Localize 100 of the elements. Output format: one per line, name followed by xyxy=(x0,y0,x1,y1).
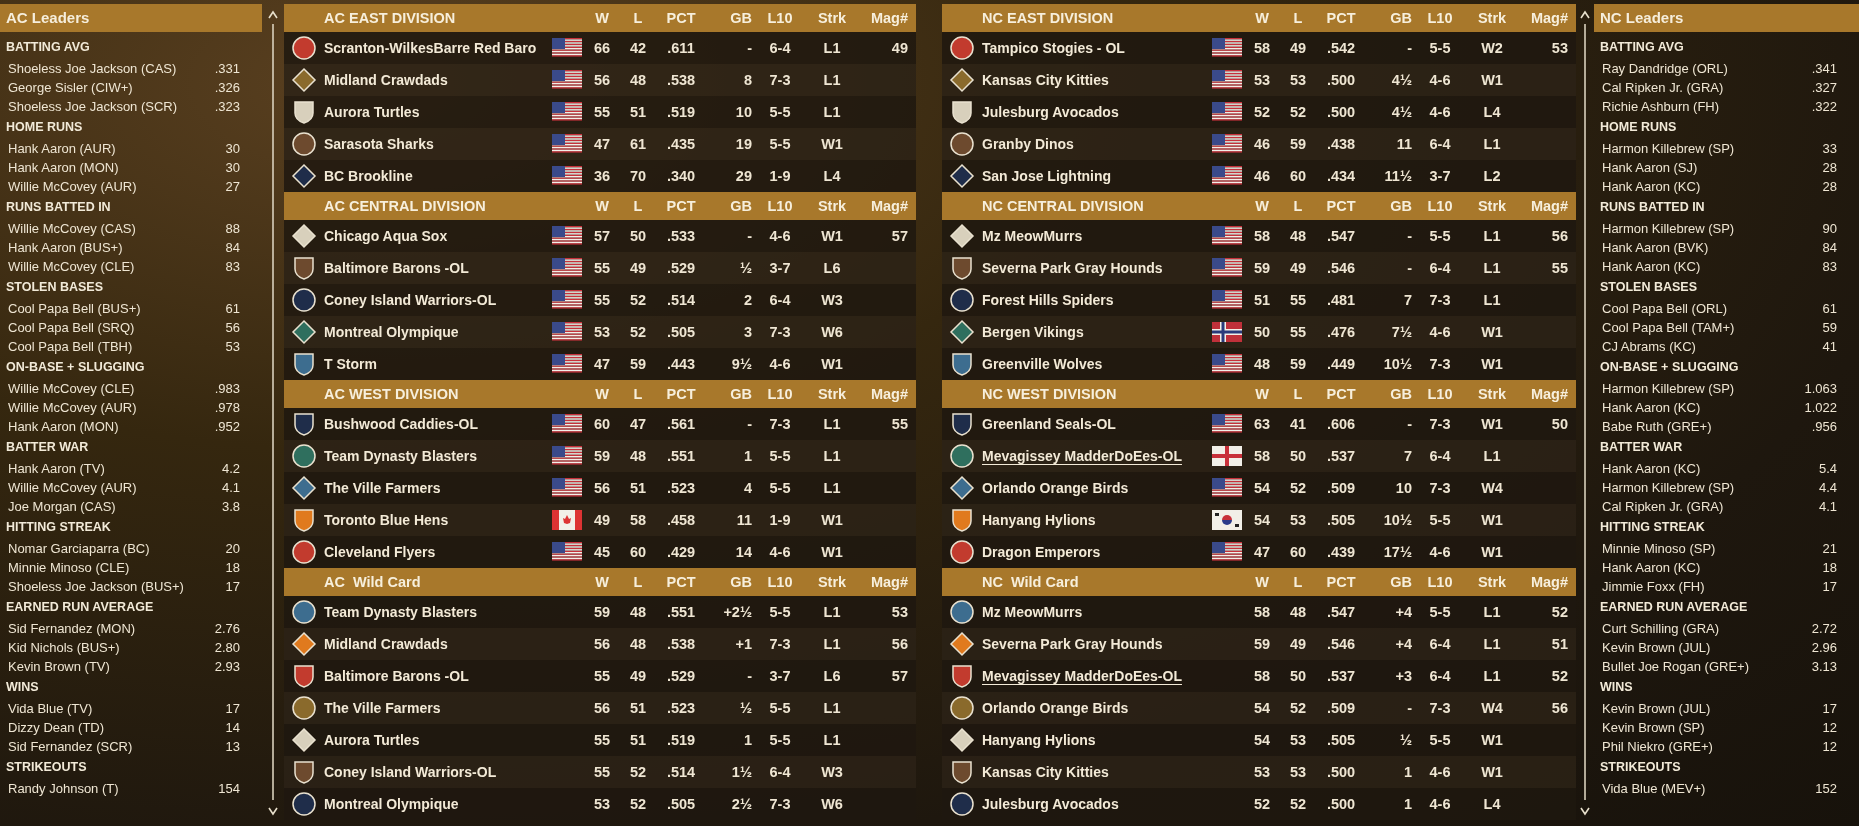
table-cell-text: 55 xyxy=(592,260,612,276)
table-cell-text: L2 xyxy=(1482,168,1502,184)
standings-row[interactable]: Julesburg Avocados 52 52 .500 4½ 4-6 L4 xyxy=(942,96,1576,128)
standings-row[interactable]: The Ville Farmers 56 51 .523 ½ 5-5 L1 xyxy=(284,692,916,724)
table-cell-text: 8 xyxy=(742,72,752,88)
standings-row[interactable]: Bushwood Caddies-OL 60 47 .561 - 7-3 L1 55 xyxy=(284,408,916,440)
stat-value: 59 xyxy=(1822,319,1837,337)
standings-row[interactable]: Mevagissey MadderDoEes-OL 58 50 .537 7 6-4 L1 xyxy=(942,440,1576,472)
standings-row[interactable]: Severna Park Gray Hounds 59 49 .546 +4 6-4 L1 51 xyxy=(942,628,1576,660)
table-cell-text: 51 xyxy=(628,480,648,496)
standings-row[interactable]: Kansas City Kitties 53 53 .500 1 4-6 W1 xyxy=(942,756,1576,788)
standings-row[interactable]: Team Dynasty Blasters 59 48 .551 1 5-5 L1 xyxy=(284,440,916,472)
standings-row[interactable]: Tampico Stogies - OL 58 49 .542 - 5-5 W2 53 xyxy=(942,32,1576,64)
standings-row[interactable]: Baltimore Barons -OL 55 49 .529 - 3-7 L6 57 xyxy=(284,660,916,692)
table-cell-text: 53 xyxy=(1550,40,1568,56)
standings-row[interactable]: Scranton-WilkesBarre Red Baro 66 42 .611 - 6-4 L1 49 xyxy=(284,32,916,64)
table-cell-text: .546 xyxy=(1325,260,1357,276)
standings-row[interactable]: Coney Island Warriors-OL 55 52 .514 2 6-4 W3 xyxy=(284,284,916,316)
standings-row[interactable]: Bergen Vikings 50 55 .476 7½ 4-6 W1 xyxy=(942,316,1576,348)
standings-row[interactable]: Forest Hills Spiders 51 55 .481 7 7-3 L1 xyxy=(942,284,1576,316)
table-cell-text: .476 xyxy=(1325,324,1357,340)
column-header: Mag# xyxy=(869,198,908,214)
standings-row[interactable]: Sarasota Sharks 47 61 .435 19 5-5 W1 xyxy=(284,128,916,160)
team-logo-icon xyxy=(291,443,317,469)
table-cell-text: 10 xyxy=(734,104,752,120)
division-title: NC WEST DIVISION xyxy=(982,386,1118,402)
standings-row[interactable]: Aurora Turtles 55 51 .519 10 5-5 L1 xyxy=(284,96,916,128)
column-header: L10 xyxy=(1426,198,1454,214)
player-name: Hank Aaron (BVK) xyxy=(1602,239,1709,257)
table-cell-text: 49 xyxy=(1288,40,1308,56)
standings-row[interactable]: Greenville Wolves 48 59 .449 10½ 7-3 W1 xyxy=(942,348,1576,380)
standings-row[interactable]: Midland Crawdads 56 48 .538 8 7-3 L1 xyxy=(284,64,916,96)
stat-value: 83 xyxy=(225,258,240,276)
team-link[interactable]: Mevagissey MadderDoEes-OL xyxy=(982,448,1210,464)
player-name: Cool Papa Bell (BUS+) xyxy=(8,300,141,318)
table-cell-text: 53 xyxy=(1252,72,1272,88)
standings-row[interactable]: Cleveland Flyers 45 60 .429 14 4-6 W1 xyxy=(284,536,916,568)
team-logo-icon xyxy=(949,287,975,313)
standings-row[interactable]: Hanyang Hylions 54 53 .505 10½ 5-5 W1 xyxy=(942,504,1576,536)
table-cell-text: 5-5 xyxy=(1428,512,1452,528)
table-cell-text: 7-3 xyxy=(1428,416,1452,432)
standings-row[interactable]: Mz MeowMurrs 58 48 .547 - 5-5 L1 56 xyxy=(942,220,1576,252)
stat-value: 4.1 xyxy=(1818,498,1837,516)
table-cell-text: 56 xyxy=(592,72,612,88)
standings-row[interactable]: Orlando Orange Birds 54 52 .509 - 7-3 W4 56 xyxy=(942,692,1576,724)
table-cell-text: 56 xyxy=(592,480,612,496)
category-title: STOLEN BASES xyxy=(1599,279,1698,296)
player-name: Willie McCovey (CLE) xyxy=(8,258,135,276)
table-cell-text: 3-7 xyxy=(768,260,792,276)
standings-row[interactable]: Montreal Olympique 53 52 .505 3 7-3 W6 xyxy=(284,316,916,348)
table-cell-text: W6 xyxy=(820,796,844,812)
standings-row[interactable]: Team Dynasty Blasters 59 48 .551 +2½ 5-5 L1 53 xyxy=(284,596,916,628)
column-header: Mag# xyxy=(869,386,908,402)
column-header: Mag# xyxy=(1529,574,1568,590)
table-cell-text: 45 xyxy=(592,544,612,560)
team-name: Julesburg Avocados xyxy=(982,796,1120,812)
table-cell-text: 55 xyxy=(592,292,612,308)
table-cell-text: 66 xyxy=(592,40,612,56)
player-name: Phil Niekro (GRE+) xyxy=(1602,738,1713,756)
team-link[interactable]: Mevagissey MadderDoEes-OL xyxy=(982,668,1210,684)
standings-row[interactable]: BC Brookline 36 70 .340 29 1-9 L4 xyxy=(284,160,916,192)
standings-row[interactable]: Aurora Turtles 55 51 .519 1 5-5 L1 xyxy=(284,724,916,756)
category-title: ON-BASE + SLUGGING xyxy=(5,359,146,376)
player-name: Willie McCovey (AUR) xyxy=(8,479,137,497)
column-header: W xyxy=(594,10,610,26)
standings-row[interactable]: Coney Island Warriors-OL 55 52 .514 1½ 6-4 W3 xyxy=(284,756,916,788)
stat-value: 17 xyxy=(225,700,240,718)
category-title: BATTING AVG xyxy=(1599,39,1685,56)
team-name: Team Dynasty Blasters xyxy=(324,448,479,464)
table-cell-text: 47 xyxy=(628,416,648,432)
column-header: Strk xyxy=(816,386,848,402)
team-logo-icon xyxy=(291,255,317,281)
stat-value: 5.4 xyxy=(1818,460,1837,478)
table-cell-text: 60 xyxy=(628,544,648,560)
standings-row[interactable]: Baltimore Barons -OL 55 49 .529 ½ 3-7 L6 xyxy=(284,252,916,284)
stat-value: 12 xyxy=(1822,738,1837,756)
team-logo-icon xyxy=(291,539,317,565)
table-cell-text: 49 xyxy=(890,40,908,56)
table-cell-text: W1 xyxy=(1480,416,1504,432)
standings-row[interactable]: Toronto Blue Hens 49 58 .458 11 1-9 W1 xyxy=(284,504,916,536)
standings-row[interactable]: Severna Park Gray Hounds 59 49 .546 - 6-4 L1 55 xyxy=(942,252,1576,284)
table-cell-text: 4 xyxy=(742,480,752,496)
table-cell-text: L4 xyxy=(1482,104,1502,120)
standings-row[interactable]: Greenland Seals-OL 63 41 .606 - 7-3 W1 50 xyxy=(942,408,1576,440)
standings-row[interactable]: Kansas City Kitties 53 53 .500 4½ 4-6 W1 xyxy=(942,64,1576,96)
team-name: Kansas City Kitties xyxy=(982,72,1110,88)
standings-row[interactable]: The Ville Farmers 56 51 .523 4 5-5 L1 xyxy=(284,472,916,504)
standings-row[interactable]: Granby Dinos 46 59 .438 11 6-4 L1 xyxy=(942,128,1576,160)
player-name: Harmon Killebrew (SP) xyxy=(1602,140,1735,158)
table-cell-text: 55 xyxy=(592,764,612,780)
table-cell-text: 41 xyxy=(1288,416,1308,432)
table-cell-text: L1 xyxy=(822,604,842,620)
column-header: W xyxy=(594,574,610,590)
table-cell-text: .500 xyxy=(1325,104,1357,120)
standings-row[interactable]: San Jose Lightning 46 60 .434 11½ 3-7 L2 xyxy=(942,160,1576,192)
standings-row[interactable]: Chicago Aqua Sox 57 50 .533 - 4-6 W1 57 xyxy=(284,220,916,252)
standings-row[interactable]: T Storm 47 59 .443 9½ 4-6 W1 xyxy=(284,348,916,380)
column-header: L10 xyxy=(766,574,794,590)
standings-row[interactable]: Midland Crawdads 56 48 .538 +1 7-3 L1 56 xyxy=(284,628,916,660)
column-header: PCT xyxy=(665,386,697,402)
